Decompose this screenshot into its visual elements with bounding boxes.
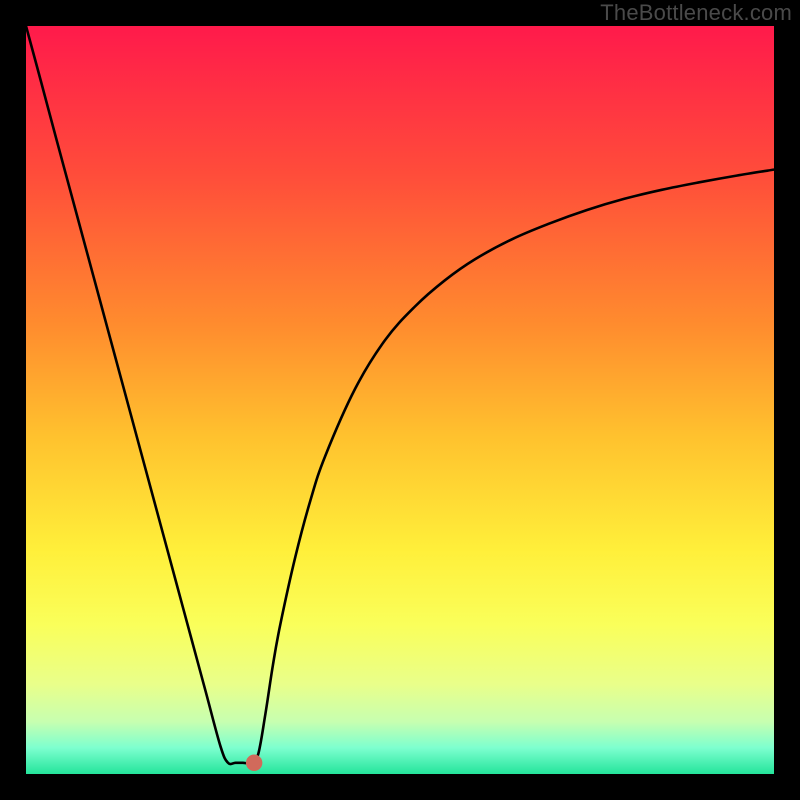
plot-area xyxy=(26,26,774,774)
chart-frame: TheBottleneck.com xyxy=(0,0,800,800)
chart-svg xyxy=(26,26,774,774)
watermark-text: TheBottleneck.com xyxy=(600,0,792,26)
marker-dot xyxy=(246,755,262,771)
chart-background xyxy=(26,26,774,774)
